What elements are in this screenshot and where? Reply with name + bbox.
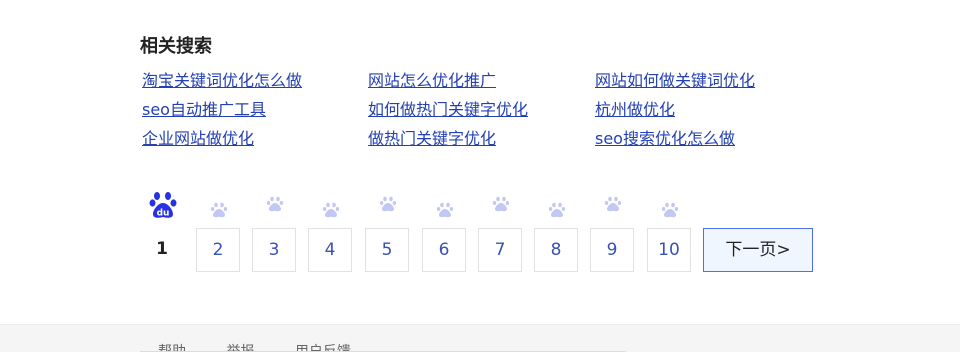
related-searches-grid: 淘宝关键词优化怎么做 网站怎么优化推广 网站如何做关键词优化 seo自动推广工具…	[142, 66, 822, 153]
paw-icon	[492, 196, 510, 212]
svg-text:du: du	[157, 209, 170, 219]
page-link[interactable]: 4	[308, 228, 352, 272]
paw-icon	[379, 196, 397, 212]
related-searches-title: 相关搜索	[140, 36, 212, 57]
pagination-item: 3	[252, 190, 298, 272]
current-page: 1	[140, 228, 184, 272]
related-search-link[interactable]: 网站如何做关键词优化	[595, 66, 822, 95]
related-search-link[interactable]: 如何做热门关键字优化	[368, 95, 595, 124]
pagination-item: 6	[422, 190, 468, 272]
related-search-link[interactable]: seo自动推广工具	[142, 95, 368, 124]
paw-icon	[210, 202, 228, 218]
page-link[interactable]: 7	[478, 228, 522, 272]
paw-icon	[548, 202, 566, 218]
page-link[interactable]: 8	[534, 228, 578, 272]
page-link[interactable]: 5	[365, 228, 409, 272]
pagination-item-current: du 1	[140, 190, 186, 272]
page-link[interactable]: 10	[647, 228, 691, 272]
search-results-bottom: 相关搜索 淘宝关键词优化怎么做 网站怎么优化推广 网站如何做关键词优化 seo自…	[0, 0, 960, 352]
related-search-link[interactable]: 淘宝关键词优化怎么做	[142, 66, 368, 95]
related-search-link[interactable]: seo搜索优化怎么做	[595, 124, 822, 153]
related-search-link[interactable]: 做热门关键字优化	[368, 124, 595, 153]
related-search-link[interactable]: 企业网站做优化	[142, 124, 368, 153]
pagination-item: 10	[647, 190, 693, 272]
pagination-item: 4	[308, 190, 354, 272]
paw-icon	[436, 202, 454, 218]
paw-icon	[661, 202, 679, 218]
pagination-item: 2	[196, 190, 242, 272]
pagination-item: 8	[534, 190, 580, 272]
paw-icon	[322, 202, 340, 218]
related-search-link[interactable]: 杭州做优化	[595, 95, 822, 124]
footer: 帮助 举报 用户反馈	[0, 324, 960, 352]
page-link[interactable]: 2	[196, 228, 240, 272]
next-page-button[interactable]: 下一页>	[703, 228, 813, 272]
pagination-item: 9	[590, 190, 636, 272]
pagination-item: 7	[478, 190, 524, 272]
page-link[interactable]: 9	[590, 228, 634, 272]
paw-icon	[266, 196, 284, 212]
page-link[interactable]: 3	[252, 228, 296, 272]
page-link[interactable]: 6	[422, 228, 466, 272]
related-searches: 相关搜索 淘宝关键词优化怎么做 网站怎么优化推广 网站如何做关键词优化 seo自…	[140, 34, 822, 153]
paw-icon	[604, 196, 622, 212]
related-search-link[interactable]: 网站怎么优化推广	[368, 66, 595, 95]
baidu-paw-icon: du	[149, 192, 177, 219]
pagination-item: 5	[365, 190, 411, 272]
